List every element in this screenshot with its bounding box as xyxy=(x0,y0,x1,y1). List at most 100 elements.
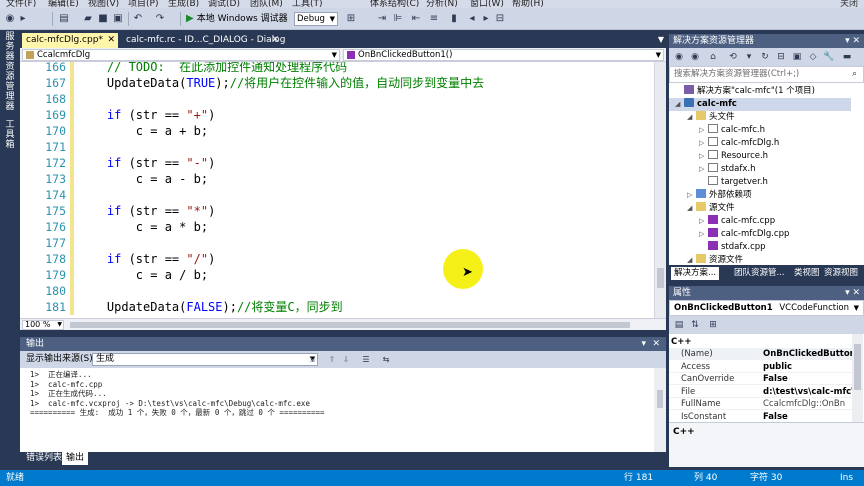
expander-icon[interactable]: ◢ xyxy=(675,98,684,111)
zoom-select[interactable]: 100 % ▼ xyxy=(22,320,64,330)
class-selector[interactable]: CcalcmfcDlg ▼ xyxy=(22,49,340,61)
code-line[interactable]: c = a * b; xyxy=(78,219,208,235)
editor-vertical-scrollbar[interactable] xyxy=(654,62,666,318)
menu-team[interactable]: 团队(M) xyxy=(250,0,283,8)
expander-icon[interactable]: ◢ xyxy=(687,202,696,215)
menu-tools[interactable]: 工具(T) xyxy=(292,0,323,8)
close-button[interactable]: 关闭 xyxy=(840,0,858,8)
code-line[interactable]: c = a / b; xyxy=(78,267,208,283)
tree-node[interactable]: targetver.h xyxy=(669,176,851,189)
indent-icon[interactable]: ⇤ xyxy=(410,12,422,26)
tree-node[interactable]: ▷ stdafx.h xyxy=(669,163,851,176)
close-icon[interactable]: ✕ xyxy=(652,337,660,351)
redo-icon[interactable]: ↷ xyxy=(154,12,166,26)
prev-bookmark-icon[interactable]: ◂ xyxy=(466,12,478,26)
menu-architecture[interactable]: 体系结构(C) xyxy=(370,0,419,8)
tree-node[interactable]: ▷ calc-mfc.cpp xyxy=(669,215,851,228)
expander-icon[interactable]: ▷ xyxy=(699,124,708,137)
tree-node[interactable]: stdafx.cpp xyxy=(669,241,851,254)
new-project-icon[interactable]: ▤ xyxy=(58,12,70,26)
sync-icon[interactable]: ⟲ xyxy=(727,51,739,63)
property-row[interactable]: Access public xyxy=(669,361,852,373)
code-line[interactable]: if (str == "-") xyxy=(78,155,215,171)
word-wrap-icon[interactable]: ⇆ xyxy=(380,354,392,365)
tab-calc-mfcdlg-cpp[interactable]: calc-mfcDlg.cpp* ✕ xyxy=(22,33,118,48)
preview-icon[interactable]: ▬ xyxy=(841,51,853,63)
property-category[interactable]: C++ xyxy=(669,336,852,348)
start-debugging-button[interactable]: ▶ 本地 Windows 调试器 xyxy=(186,12,288,26)
tab-class-view[interactable]: 类视图 xyxy=(791,267,823,280)
property-row[interactable]: (Name) OnBnClickedButton1 xyxy=(669,348,862,360)
expander-icon[interactable]: ▷ xyxy=(699,215,708,228)
next-bookmark-icon[interactable]: ▸ xyxy=(480,12,492,26)
solution-search-input[interactable]: 搜索解决方案资源管理器(Ctrl+;) ⌕ xyxy=(669,66,864,83)
align-icon[interactable]: ⊫ xyxy=(392,12,404,26)
view-code-icon[interactable]: ◇ xyxy=(807,51,819,63)
menu-window[interactable]: 窗口(W) xyxy=(470,0,504,8)
code-line[interactable]: c = a - b; xyxy=(78,171,208,187)
property-pages-icon[interactable]: ⊞ xyxy=(707,319,719,331)
code-line[interactable]: UpdateData(TRUE);//将用户在控件输入的值，自动同步到变量中去 xyxy=(78,75,484,91)
output-text[interactable]: 1> 正在编译... 1> calc-mfc.cpp 1> 正在生成代码... … xyxy=(20,368,666,452)
search-icon[interactable]: ⌕ xyxy=(852,67,857,82)
collapse-all-icon[interactable]: ⊟ xyxy=(775,51,787,63)
show-all-files-icon[interactable]: ▣ xyxy=(791,51,803,63)
pin-icon[interactable]: ▾ xyxy=(641,337,646,351)
expander-icon[interactable]: ▷ xyxy=(687,189,696,202)
output-scrollbar[interactable] xyxy=(654,368,666,452)
pin-icon[interactable]: ▾ ✕ xyxy=(845,286,860,300)
tab-output[interactable]: 输出 xyxy=(62,452,89,465)
back-icon[interactable]: ◉ xyxy=(673,51,685,63)
server-explorer-tab[interactable]: 服务器资源管理器 xyxy=(4,32,16,112)
properties-icon[interactable]: 🔧 xyxy=(823,51,835,63)
expander-icon[interactable]: ▷ xyxy=(699,137,708,150)
properties-object-select[interactable]: OnBnClickedButton1 VCCodeFunction ▼ xyxy=(669,300,864,316)
scroll-thumb[interactable] xyxy=(657,390,663,408)
tab-error-list[interactable]: 错误列表 xyxy=(22,452,66,465)
tree-node[interactable]: ◢ calc-mfc xyxy=(669,98,851,111)
categorized-icon[interactable]: ▤ xyxy=(673,319,685,331)
clear-all-icon[interactable]: ☰ xyxy=(360,354,372,365)
tab-team-explorer[interactable]: 团队资源管... xyxy=(731,267,788,280)
property-row[interactable]: FullName CcalcmfcDlg::OnBn xyxy=(669,398,852,410)
clear-bookmarks-icon[interactable]: ⊟ xyxy=(494,12,506,26)
bookmark-icon[interactable]: ▮ xyxy=(448,12,460,26)
menu-view[interactable]: 视图(V) xyxy=(88,0,119,8)
scroll-thumb[interactable] xyxy=(657,268,664,288)
code-editor[interactable]: 166 167 168 169 170 171 172 173 174 175 176 177 178 1… xyxy=(20,62,654,318)
step-icon[interactable]: ⇥ xyxy=(376,12,388,26)
forward-icon[interactable]: ▸ xyxy=(18,12,28,26)
find-in-files-icon[interactable]: ⊞ xyxy=(344,12,358,26)
save-icon[interactable]: ■ xyxy=(97,12,109,26)
tree-node[interactable]: ▷ calc-mfc.h xyxy=(669,124,851,137)
expander-icon[interactable]: ◢ xyxy=(687,111,696,124)
back-icon[interactable]: ◉ xyxy=(4,12,16,26)
tab-solution-explorer[interactable]: 解决方案... xyxy=(671,267,720,280)
scroll-thumb[interactable] xyxy=(854,344,861,390)
code-line[interactable]: // TODO: 在此添加控件通知处理程序代码 xyxy=(78,62,347,75)
tree-node[interactable]: ▷ calc-mfcDlg.cpp xyxy=(669,228,851,241)
tree-node[interactable]: 解决方案"calc-mfc"(1 个项目) xyxy=(669,85,851,98)
tree-node[interactable]: ▷ calc-mfcDlg.h xyxy=(669,137,851,150)
menu-build[interactable]: 生成(B) xyxy=(168,0,199,8)
tree-node[interactable]: ◢ 源文件 xyxy=(669,202,851,215)
next-message-icon[interactable]: ⇓ xyxy=(340,354,352,365)
alphabetical-icon[interactable]: ⇅ xyxy=(689,319,701,331)
property-row[interactable]: IsConstant False xyxy=(669,411,852,422)
tab-calc-mfc-rc[interactable]: calc-mfc.rc - ID...C_DIALOG - Dialog ✕ xyxy=(122,33,285,48)
refresh-icon[interactable]: ↻ xyxy=(759,51,771,63)
code-line[interactable]: if (str == "/") xyxy=(78,251,215,267)
toolbox-tab[interactable]: 工具箱 xyxy=(4,120,16,150)
output-source-select[interactable]: 生成 ▼ xyxy=(92,353,318,366)
menu-project[interactable]: 项目(P) xyxy=(128,0,158,8)
open-file-icon[interactable]: ▰ xyxy=(82,12,94,26)
expander-icon[interactable]: ◢ xyxy=(687,254,696,265)
expander-icon[interactable]: ▷ xyxy=(699,163,708,176)
tree-node[interactable]: ◢ 资源文件 xyxy=(669,254,851,265)
pending-changes-icon[interactable]: ▾ xyxy=(743,51,755,63)
undo-icon[interactable]: ↶ xyxy=(132,12,144,26)
code-line[interactable]: if (str == "+") xyxy=(78,107,215,123)
property-row[interactable]: File d:\test\vs\calc-mfc\ xyxy=(669,386,854,398)
menu-debug[interactable]: 调试(D) xyxy=(208,0,240,8)
expander-icon[interactable]: ▷ xyxy=(699,228,708,241)
